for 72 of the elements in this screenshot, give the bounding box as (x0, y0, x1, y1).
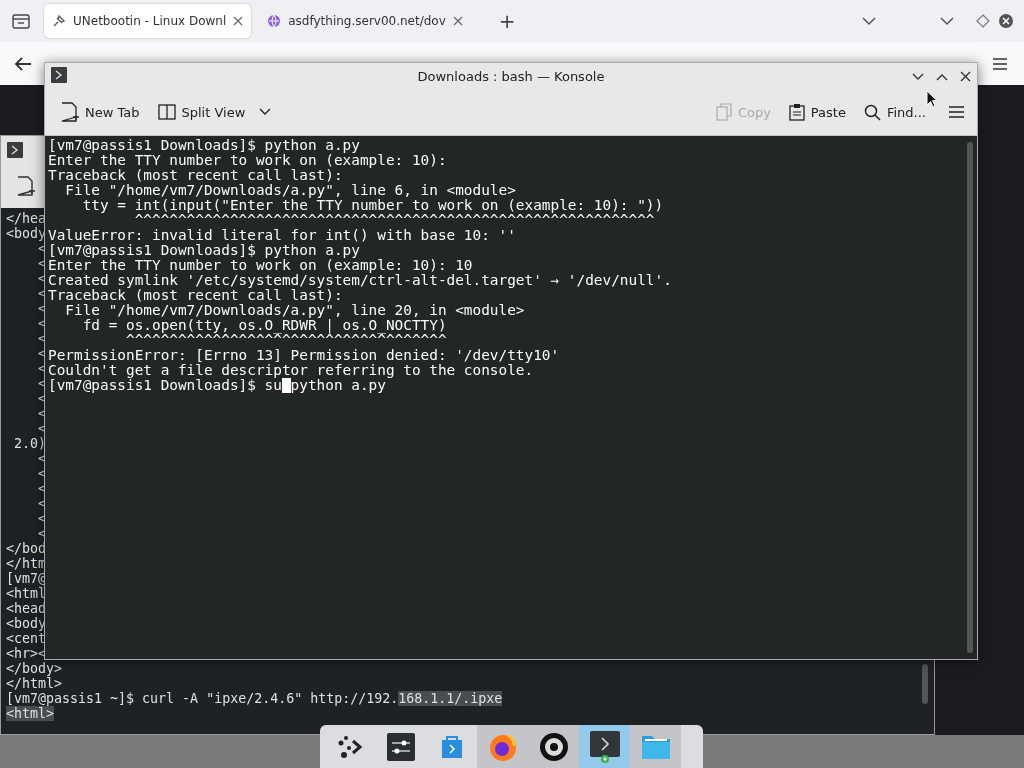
back-arrow-icon[interactable] (14, 56, 32, 71)
new-tab-button[interactable]: + (492, 8, 522, 34)
terminal-line: [vm7@passis1 Downloads]$ python a.py (48, 138, 360, 153)
firefox-icon (487, 731, 518, 762)
terminal-line: Enter the TTY number to work on (example: 10): (48, 153, 447, 168)
terminal-text: <html (6, 586, 47, 601)
new-tab-icon[interactable] (17, 176, 35, 196)
terminal-text: <body (6, 226, 47, 241)
terminal-line: PermissionError: [Errno 13] Permission denied: '/dev/tty10' (48, 348, 560, 363)
terminal-line: [vm7@passis1 Downloads]$ su python a.py (48, 378, 386, 393)
terminal-line: [vm7@passis1 Downloads]$ python a.py (48, 243, 360, 258)
terminal-text: 168.1.1/.ipxe (398, 691, 503, 706)
terminal-line: fd = os.open(tty, os.O_RDWR | os.O_NOCTTY) (81, 318, 447, 333)
terminal-line: Traceback (most recent call last): (48, 168, 343, 183)
chevron-down-icon (259, 108, 272, 116)
browser-tab[interactable]: asdfything.serv00.net/dov (259, 4, 471, 38)
terminal-line: Couldn't get a file descriptor referring to the console. (48, 363, 534, 378)
split-view-icon (157, 104, 176, 120)
toolbar-button[interactable]: Paste (786, 99, 848, 125)
menu-icon[interactable] (992, 56, 1008, 71)
close-icon[interactable] (452, 16, 463, 26)
terminal-text: 2.0) (13, 436, 47, 451)
mouse-pointer-icon (926, 90, 938, 108)
terminal-line: ValueError: invalid literal for int() with base 10: '' (48, 228, 516, 243)
pin-icon (52, 14, 66, 28)
terminal-line: File "/home/vm7/Downloads/a.py", line 20, in <module> (64, 303, 525, 318)
scrollbar[interactable] (967, 142, 973, 653)
dock-item[interactable] (579, 725, 630, 768)
terminal-line: Traceback (most recent call last): (48, 288, 343, 303)
terminal-text: <html> (6, 706, 55, 721)
terminal-icon (51, 67, 67, 83)
dock-item[interactable] (528, 725, 579, 768)
chevron-down-icon[interactable] (862, 16, 876, 26)
terminal-line: Created symlink '/etc/systemd/system/ctrl-alt-del.target' → '/dev/null'. (48, 273, 672, 288)
folder-icon (640, 733, 671, 760)
copy-icon (715, 103, 732, 121)
terminal-line: ^^^^^^^^^^^^^^^^^^^^^^^^^^^^^^^^^^^^^^^^^^^^^^^^^^^^^^^^^^^^ (133, 213, 655, 228)
terminal-text: [vm7@passis1 ~]$ curl -A "ipxe/2.4.6" http://192. (6, 691, 399, 706)
terminal-icon (7, 142, 23, 158)
toolbar-button[interactable]: Find... (861, 99, 928, 125)
new-tab-icon (61, 102, 79, 122)
terminal-text: <cent (6, 631, 47, 646)
round-app-icon (538, 731, 569, 762)
close-icon[interactable] (960, 71, 971, 82)
window-title: Downloads : bash — Konsole (417, 68, 605, 84)
terminal-text: <hr>< (6, 646, 47, 661)
minimize-icon[interactable] (912, 72, 924, 81)
menu-icon[interactable] (948, 105, 965, 119)
terminal-line: tty = int(input("Enter the TTY number to work on (example: 10): ")) (81, 198, 664, 213)
maximize-icon[interactable] (936, 72, 948, 81)
close-icon[interactable] (233, 16, 244, 26)
search-icon (863, 103, 881, 121)
sliders-icon (386, 732, 415, 761)
chevron-down-icon[interactable] (940, 16, 954, 26)
terminal-line: Enter the TTY number to work on (example: 10): 10 (48, 258, 473, 273)
diamond-icon[interactable] (976, 14, 990, 28)
terminal-icon (589, 730, 620, 763)
terminal-line: ^^^^^^^^^^^^^^^^^^^^^^^^^^^^^^^^^^^^^ (124, 333, 447, 348)
terminal-text: </html> (6, 676, 63, 691)
text-cursor (281, 378, 291, 393)
terminal-text: </body> (6, 661, 63, 676)
close-icon[interactable] (998, 13, 1014, 29)
clipboard-icon (788, 103, 805, 121)
terminal-text: <body (6, 616, 47, 631)
toolbar-button[interactable]: New Tab (59, 98, 142, 126)
terminal-line: File "/home/vm7/Downloads/a.py", line 6, in <module> (64, 183, 516, 198)
toolbar-button[interactable]: Split View (155, 100, 274, 124)
scrollbar[interactable] (922, 664, 928, 704)
browser-tab[interactable]: UNetbootin - Linux Downl (44, 4, 252, 38)
globe-icon (267, 14, 282, 28)
launcher-icon (336, 734, 363, 759)
tab-list-icon[interactable] (12, 13, 30, 29)
